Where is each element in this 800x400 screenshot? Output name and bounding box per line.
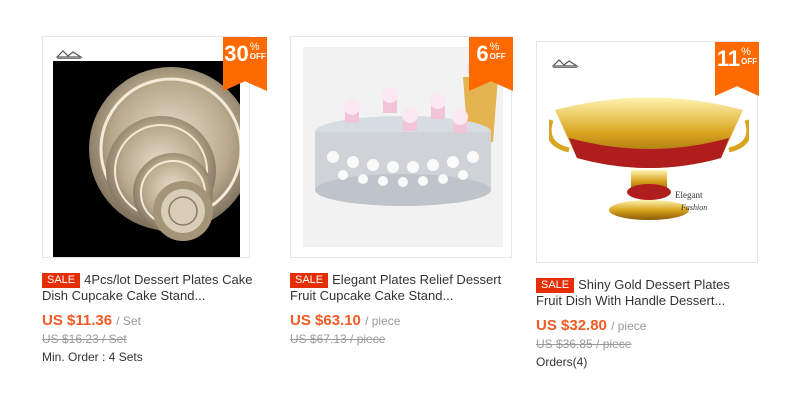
sale-badge: SALE xyxy=(290,273,329,288)
discount-badge: 30 % OFF xyxy=(223,37,267,91)
product-photo[interactable] xyxy=(53,61,240,257)
product-image-frame[interactable]: 30 % OFF xyxy=(42,36,267,258)
original-price: US $67.13 / piece xyxy=(290,332,386,346)
price: US $11.36 xyxy=(42,312,113,329)
price-unit: / Set xyxy=(116,314,141,328)
product-title[interactable]: SALE Elegant Plates Relief Dessert Fruit … xyxy=(290,272,520,304)
price: US $63.10 xyxy=(290,312,361,329)
price-row: US $63.10 / piece xyxy=(290,312,520,329)
product-card[interactable]: Elegant Fashion 11 % OFF SALE Shiny Gold D… xyxy=(536,41,766,369)
brand-logo xyxy=(551,56,581,74)
product-card[interactable]: 30 % OFF SALE 4Pcs/lot Dessert Plates Cake… xyxy=(42,36,272,364)
price-unit: / piece xyxy=(365,314,401,328)
price: US $32.80 xyxy=(536,317,607,334)
order-count: Orders(4) xyxy=(536,355,588,369)
original-price: US $16.23 / Set xyxy=(42,332,127,346)
photo-caption-elegant: Elegant xyxy=(675,190,703,200)
price-row: US $11.36 / Set xyxy=(42,312,272,329)
product-title[interactable]: SALE Shiny Gold Dessert Plates Fruit Dish… xyxy=(536,277,776,309)
price-unit: / piece xyxy=(611,319,647,333)
product-image-frame[interactable]: 6 % OFF xyxy=(290,36,513,258)
min-order: Min. Order : 4 Sets xyxy=(42,350,143,364)
price-row: US $32.80 / piece xyxy=(536,317,776,334)
sale-badge: SALE xyxy=(536,278,575,293)
product-title[interactable]: SALE 4Pcs/lot Dessert Plates Cake Dish Cu… xyxy=(42,272,272,304)
sale-badge: SALE xyxy=(42,273,81,288)
product-image-frame[interactable]: Elegant Fashion 11 % OFF xyxy=(536,41,759,263)
photo-caption-fashion: Fashion xyxy=(680,203,707,212)
product-photo[interactable]: Elegant Fashion xyxy=(549,80,749,228)
product-card[interactable]: 6 % OFF SALE Elegant Plates Relief Dessert… xyxy=(290,36,520,346)
original-price: US $36.85 / piece xyxy=(536,337,632,351)
